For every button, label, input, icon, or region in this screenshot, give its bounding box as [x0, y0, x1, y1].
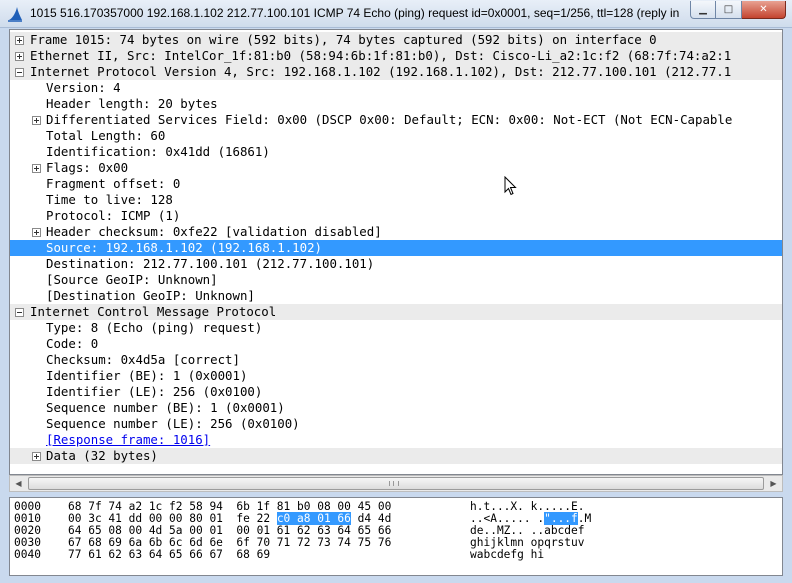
expand-plus-icon[interactable] [32, 116, 41, 125]
tree-field-row[interactable]: Flags: 0x00 [10, 160, 782, 176]
expand-plus-icon[interactable] [15, 52, 24, 61]
tree-field-row[interactable]: Source: 192.168.1.102 (192.168.1.102) [10, 240, 782, 256]
window-controls: ▁ □ ✕ [690, 1, 786, 19]
tree-row-label: Total Length: 60 [46, 128, 166, 143]
tree-field-row[interactable]: Sequence number (LE): 256 (0x0100) [10, 416, 782, 432]
expand-plus-icon[interactable] [32, 452, 41, 461]
tree-field-row[interactable]: [Source GeoIP: Unknown] [10, 272, 782, 288]
tree-field-row[interactable]: Protocol: ICMP (1) [10, 208, 782, 224]
tree-section-row[interactable]: Frame 1015: 74 bytes on wire (592 bits),… [10, 32, 782, 48]
minimize-button[interactable]: ▁ [690, 1, 716, 19]
tree-field-row[interactable]: Identifier (BE): 1 (0x0001) [10, 368, 782, 384]
response-frame-link[interactable]: [Response frame: 1016] [46, 432, 210, 448]
close-button[interactable]: ✕ [742, 1, 786, 19]
tree-field-row[interactable]: Total Length: 60 [10, 128, 782, 144]
maximize-button[interactable]: □ [716, 1, 742, 19]
hex-offset: 0040 [14, 548, 41, 561]
tree-row-label: Checksum: 0x4d5a [correct] [46, 352, 240, 367]
tree-field-row[interactable]: Destination: 212.77.100.101 (212.77.100.… [10, 256, 782, 272]
tree-row-label: Frame 1015: 74 bytes on wire (592 bits),… [30, 32, 657, 47]
scrollbar-thumb[interactable] [28, 477, 764, 490]
scroll-right-arrow-icon[interactable]: ▶ [765, 476, 782, 491]
grip-icon [389, 481, 399, 486]
tree-row-label: Differentiated Services Field: 0x00 (DSC… [46, 112, 733, 127]
tree-row-label: Time to live: 128 [46, 192, 173, 207]
tree-section-row[interactable]: Ethernet II, Src: IntelCor_1f:81:b0 (58:… [10, 48, 782, 64]
packet-details-tree[interactable]: Frame 1015: 74 bytes on wire (592 bits),… [9, 29, 783, 475]
wireshark-fin-icon [8, 7, 22, 22]
tree-field-row[interactable]: Header checksum: 0xfe22 [validation disa… [10, 224, 782, 240]
tree-field-row[interactable]: Checksum: 0x4d5a [correct] [10, 352, 782, 368]
tree-field-row[interactable]: Differentiated Services Field: 0x00 (DSC… [10, 112, 782, 128]
tree-field-row[interactable]: Sequence number (BE): 1 (0x0001) [10, 400, 782, 416]
tree-section-row[interactable]: Internet Protocol Version 4, Src: 192.16… [10, 64, 782, 80]
tree-row-label: Fragment offset: 0 [46, 176, 181, 191]
tree-row-label: Sequence number (LE): 256 (0x0100) [46, 416, 300, 431]
tree-field-row[interactable]: [Destination GeoIP: Unknown] [10, 288, 782, 304]
title-bar: 1015 516.170357000 192.168.1.102 212.77.… [0, 0, 792, 28]
tree-row-label: Data (32 bytes) [46, 448, 158, 463]
tree-row-label: Header checksum: 0xfe22 [validation disa… [46, 224, 382, 239]
tree-row-label: Identifier (LE): 256 (0x0100) [46, 384, 263, 399]
tree-section-row[interactable]: Internet Control Message Protocol [10, 304, 782, 320]
collapse-minus-icon[interactable] [15, 68, 24, 77]
expand-plus-icon[interactable] [15, 36, 24, 45]
horizontal-scrollbar[interactable]: ◀ ▶ [9, 475, 783, 492]
tree-row-label: Ethernet II, Src: IntelCor_1f:81:b0 (58:… [30, 48, 732, 63]
tree-row-label: Header length: 20 bytes [46, 96, 218, 111]
tree-row-label: Code: 0 [46, 336, 99, 351]
tree-field-row[interactable]: [Response frame: 1016] [10, 432, 782, 448]
tree-row-label: Protocol: ICMP (1) [46, 208, 181, 223]
tree-row-label: Source: 192.168.1.102 (192.168.1.102) [46, 240, 323, 255]
hex-ascii[interactable]: wabcdefg hi [470, 549, 544, 561]
tree-row-label: Identification: 0x41dd (16861) [46, 144, 270, 159]
tree-section-row[interactable]: Data (32 bytes) [10, 448, 782, 464]
tree-field-row[interactable]: Fragment offset: 0 [10, 176, 782, 192]
tree-row-label: Internet Control Message Protocol [30, 304, 277, 319]
tree-field-row[interactable]: Version: 4 [10, 80, 782, 96]
tree-row-label: Type: 8 (Echo (ping) request) [46, 320, 263, 335]
mouse-cursor-icon [504, 176, 517, 196]
expand-plus-icon[interactable] [32, 164, 41, 173]
tree-row-label: Version: 4 [46, 80, 121, 95]
tree-row-label: Internet Protocol Version 4, Src: 192.16… [30, 64, 732, 79]
ascii-segment: wabcdefg hi [470, 548, 545, 561]
packet-bytes-pane[interactable]: 0000 68 7f 74 a2 1c f2 58 94 6b 1f 81 b0 … [9, 497, 783, 576]
window-title: 1015 516.170357000 192.168.1.102 212.77.… [30, 6, 680, 20]
tree-row-label: [Source GeoIP: Unknown] [46, 272, 218, 287]
tree-row-label: Identifier (BE): 1 (0x0001) [46, 368, 248, 383]
scroll-left-arrow-icon[interactable]: ◀ [10, 476, 27, 491]
hex-bytes[interactable]: 77 61 62 63 64 65 66 67 68 69 [68, 549, 270, 561]
tree-row-label: Flags: 0x00 [46, 160, 129, 175]
tree-field-row[interactable]: Header length: 20 bytes [10, 96, 782, 112]
tree-field-row[interactable]: Identifier (LE): 256 (0x0100) [10, 384, 782, 400]
tree-row-label: Destination: 212.77.100.101 (212.77.100.… [46, 256, 375, 271]
expand-plus-icon[interactable] [32, 228, 41, 237]
tree-field-row[interactable]: Type: 8 (Echo (ping) request) [10, 320, 782, 336]
tree-row-label: [Destination GeoIP: Unknown] [46, 288, 255, 303]
tree-field-row[interactable]: Identification: 0x41dd (16861) [10, 144, 782, 160]
tree-field-row[interactable]: Code: 0 [10, 336, 782, 352]
hex-bytes-segment: 77 61 62 63 64 65 66 67 68 69 [68, 548, 271, 561]
collapse-minus-icon[interactable] [15, 308, 24, 317]
tree-row-label: Sequence number (BE): 1 (0x0001) [46, 400, 285, 415]
tree-field-row[interactable]: Time to live: 128 [10, 192, 782, 208]
